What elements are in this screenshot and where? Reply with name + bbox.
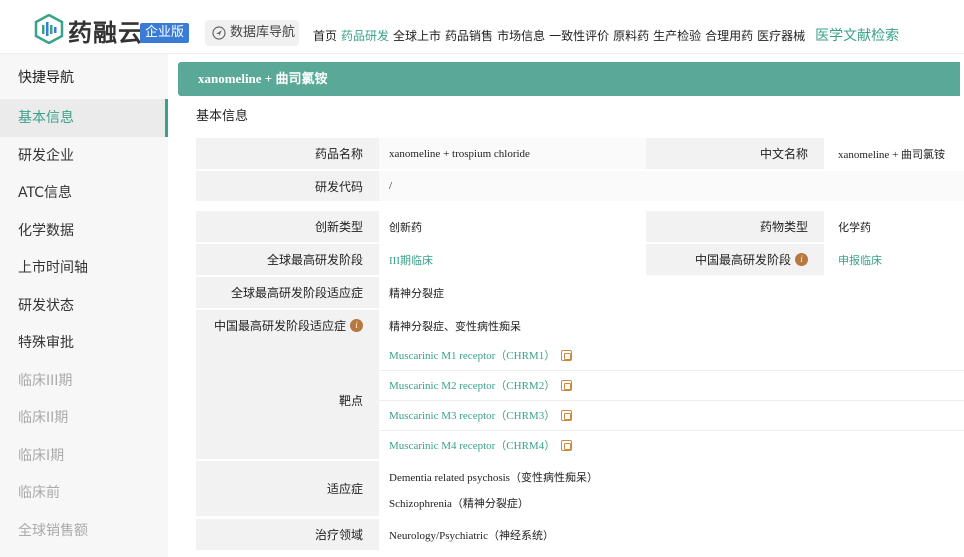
quick-nav-sidebar: 快捷导航 基本信息 研发企业 ATC信息 化学数据 上市时间轴 研发状态 特殊审批 临床III… [0,54,168,557]
row-therapy-area: 治疗领域 Neurology/Psychiatric（神经系统） [196,519,964,550]
sidebar-item[interactable]: 临床III期 [0,362,168,400]
cn-stage-label-cell: 中国最高研发阶段 i [646,244,824,275]
nav-item[interactable]: 药品研发 [341,29,389,43]
cn-name-value: xanomeline + 曲司氯铵 [838,148,946,161]
divider [379,400,964,401]
nav-item[interactable]: 全球上市 [393,29,441,43]
target-link-chrm3[interactable]: Muscarinic M3 receptor（CHRM3） [389,407,573,423]
therapy-area-label: 治疗领域 [196,519,379,550]
row-global-indication: 全球最高研发阶段适应症 精神分裂症 [196,277,964,308]
sidebar-item[interactable]: 研发企业 [0,137,168,175]
nav-item[interactable]: 医疗器械 [757,29,805,43]
target-text[interactable]: Muscarinic M1 receptor（CHRM1） [389,347,555,363]
database-nav-button[interactable]: 数据库导航 [205,20,299,46]
indication-item: Schizophrenia（精神分裂症） [389,498,529,510]
cn-indication-label-cell: 中国最高研发阶段适应症 i [196,310,379,341]
main-content: xanomeline + 曲司氯铵 基本信息 药品名称 xanomeline +… [178,54,964,557]
cn-stage-link[interactable]: 申报临床 [824,244,964,275]
target-link-chrm2[interactable]: Muscarinic M2 receptor（CHRM2） [389,377,573,393]
target-text[interactable]: Muscarinic M3 receptor（CHRM3） [389,407,555,423]
info-icon[interactable]: i [350,319,363,332]
divider [379,370,964,371]
main-nav: 首页 药品研发 全球上市 药品销售 市场信息 一致性评价 原料药 生产检验 合理用药 医疗器械 医学… [313,25,903,45]
logo-icon[interactable] [34,14,64,44]
global-indication-value: 精神分裂症 [379,277,964,308]
row-targets: 靶点 Muscarinic M1 receptor（CHRM1） Muscari… [196,341,964,459]
database-nav-label: 数据库导航 [230,25,296,40]
indication-item: Dementia related psychosis（变性病性痴呆） [389,472,598,484]
sidebar-item[interactable]: 特殊审批 [0,324,168,362]
drug-name-label: 药品名称 [196,138,379,169]
copy-icon[interactable] [561,349,573,361]
row-drug-name: 药品名称 xanomeline + trospium chloride 中文名称… [196,138,964,169]
sidebar-title: 快捷导航 [18,70,74,86]
global-stage-label: 全球最高研发阶段 [196,244,379,275]
target-text[interactable]: Muscarinic M2 receptor（CHRM2） [389,377,555,393]
target-label: 靶点 [196,341,379,459]
target-link-chrm1[interactable]: Muscarinic M1 receptor（CHRM1） [389,347,573,363]
sidebar-item[interactable]: 全球销售额 [0,512,168,550]
target-text[interactable]: Muscarinic M4 receptor（CHRM4） [389,437,555,453]
therapy-area-value: Neurology/Psychiatric（神经系统） [379,519,964,550]
sidebar-item[interactable]: 基本信息 [0,99,168,137]
innovation-value: 创新药 [379,211,646,242]
cn-stage-label: 中国最高研发阶段 [694,253,791,267]
sidebar-item[interactable]: 研发状态 [0,287,168,325]
nav-item[interactable]: 药品销售 [445,29,493,43]
section-title: 基本信息 [196,109,249,124]
copy-icon[interactable] [561,379,573,391]
sidebar-item[interactable]: ATC信息 [0,174,168,212]
nav-item[interactable]: 首页 [313,29,337,43]
drug-type-value: 化学药 [838,221,871,234]
drug-type-label: 药物类型 [646,211,824,242]
sidebar-item[interactable]: 临床II期 [0,399,168,437]
cn-indication-value: 精神分裂症、变性病性痴呆 [379,310,964,341]
cn-indication-label: 中国最高研发阶段适应症 [213,319,346,333]
target-link-chrm4[interactable]: Muscarinic M4 receptor（CHRM4） [389,437,573,453]
sidebar-item[interactable]: 临床前 [0,474,168,512]
nav-item[interactable]: 市场信息 [497,29,545,43]
copy-icon[interactable] [561,439,573,451]
page-title: xanomeline + 曲司氯铵 [178,62,960,96]
row-innovation: 创新类型 创新药 药物类型 化学药 [196,211,964,242]
sidebar-item[interactable]: 临床I期 [0,437,168,475]
copy-icon[interactable] [561,409,573,421]
nav-item[interactable]: 一致性评价 [549,29,609,43]
innovation-label: 创新类型 [196,211,379,242]
nav-item[interactable]: 生产检验 [653,29,701,43]
indication-label: 适应症 [196,461,379,516]
code-value: / [379,171,964,201]
info-icon[interactable]: i [795,253,808,266]
brand-name[interactable]: 药融云 [68,13,143,48]
top-bar: 药融云 企业版 数据库导航 首页 药品研发 全球上市 药品销售 市场信息 一致性评价 原料药… [0,0,964,54]
sidebar-item[interactable]: 化学数据 [0,212,168,250]
nav-item[interactable]: 原料药 [613,29,649,43]
edition-badge: 企业版 [140,23,190,43]
cn-name-label: 中文名称 [646,138,824,169]
row-cn-indication: 中国最高研发阶段适应症 i 精神分裂症、变性病性痴呆 [196,310,964,341]
global-stage-link[interactable]: III期临床 [379,244,646,275]
divider [379,430,964,431]
navigation-icon [212,26,226,40]
nav-item[interactable]: 合理用药 [705,29,753,43]
sidebar-item[interactable]: 上市时间轴 [0,249,168,287]
code-label: 研发代码 [196,171,379,201]
drug-name-value: xanomeline + trospium chloride [379,138,646,169]
row-indications: 适应症 Dementia related psychosis（变性病性痴呆） S… [196,461,964,516]
row-code: 研发代码 / [196,171,964,201]
nav-item-literature-search[interactable]: 医学文献检索 [815,28,899,44]
row-stage: 全球最高研发阶段 III期临床 中国最高研发阶段 i 申报临床 [196,244,964,275]
global-indication-label: 全球最高研发阶段适应症 [196,277,379,308]
